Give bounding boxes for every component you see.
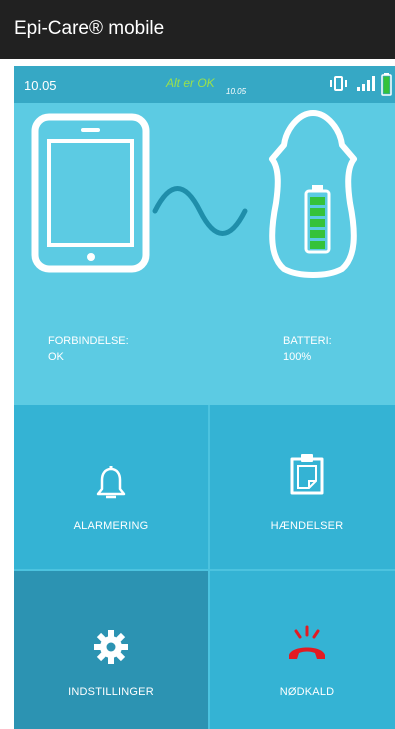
battery-level-icon [310, 197, 325, 249]
main-screen: 10.05 Alt er OK 10.05 FORBINDELSE: OK BA… [14, 66, 395, 729]
app-bar: Epi-Care® mobile [0, 0, 395, 59]
connection-value: OK [48, 351, 64, 363]
battery-segment [310, 219, 325, 227]
battery-label: BATTERI: [283, 335, 332, 347]
status-icons [330, 73, 392, 96]
clipboard-icon [290, 454, 324, 495]
alarm-button-label: ALARMERING [73, 520, 149, 532]
status-state-time: 10.05 [226, 87, 247, 96]
phone-icon [31, 113, 150, 273]
sensor-device-icon [269, 110, 357, 278]
status-text: Alt er OK [166, 76, 215, 90]
settings-button-label: INDSTILLINGER [68, 686, 154, 698]
emergency-phone-icon [289, 625, 325, 659]
alarm-button[interactable]: ALARMERING [14, 405, 208, 569]
emergency-call-button-label: NØDKALD [279, 686, 335, 698]
vibrate-icon [330, 76, 347, 91]
battery-icon [381, 73, 392, 96]
events-button-label: HÆNDELSER [270, 520, 344, 532]
device-status-panel: FORBINDELSE: OK BATTERI: 100% [14, 103, 395, 405]
status-time: 10.05 [24, 78, 57, 93]
settings-button[interactable]: INDSTILLINGER [14, 571, 208, 729]
events-button[interactable]: HÆNDELSER [210, 405, 395, 569]
battery-segment [310, 208, 325, 216]
status-bar: 10.05 Alt er OK 10.05 [14, 66, 395, 103]
connection-wave-icon [152, 186, 248, 236]
battery-value: 100% [283, 351, 312, 363]
battery-segment [310, 241, 325, 249]
emergency-call-button[interactable]: NØDKALD [210, 571, 395, 729]
tile-divider-vertical [208, 405, 210, 729]
battery-segment [310, 197, 325, 205]
connection-label: FORBINDELSE: [48, 335, 129, 347]
signal-icon [357, 76, 375, 91]
bell-icon [96, 466, 126, 499]
app-title: Epi-Care® mobile [14, 18, 165, 39]
status-illustration [31, 110, 357, 278]
tile-divider-horizontal [14, 569, 395, 571]
gear-icon [94, 630, 128, 664]
battery-segment [310, 230, 325, 238]
